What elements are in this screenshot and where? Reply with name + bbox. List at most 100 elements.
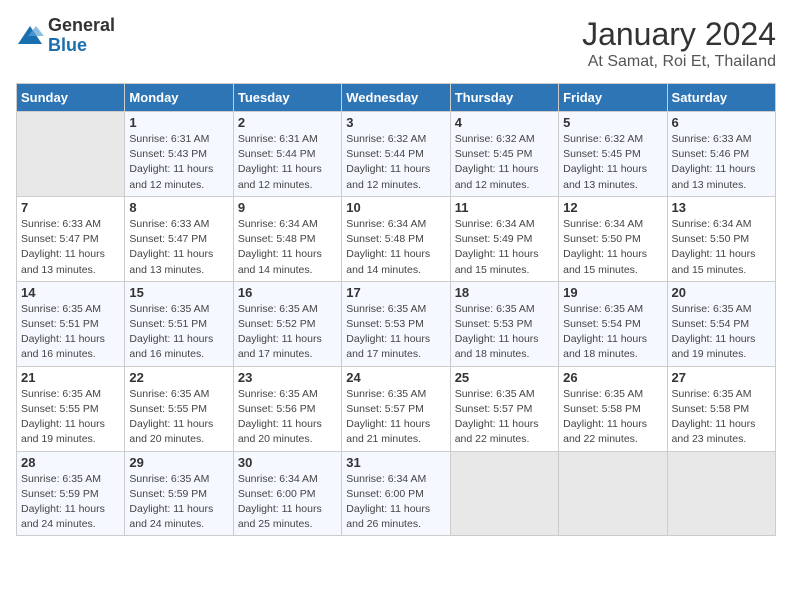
day-detail: Sunrise: 6:35 AMSunset: 5:52 PMDaylight:… [238, 302, 337, 363]
calendar-cell: 6 Sunrise: 6:33 AMSunset: 5:46 PMDaylight… [667, 112, 775, 197]
calendar-week-row: 21 Sunrise: 6:35 AMSunset: 5:55 PMDayligh… [17, 366, 776, 451]
calendar-cell: 31 Sunrise: 6:34 AMSunset: 6:00 PMDayligh… [342, 451, 450, 536]
calendar-cell: 10 Sunrise: 6:34 AMSunset: 5:48 PMDayligh… [342, 196, 450, 281]
weekday-header-tuesday: Tuesday [233, 84, 341, 112]
day-detail: Sunrise: 6:34 AMSunset: 5:50 PMDaylight:… [563, 217, 662, 278]
calendar-cell: 24 Sunrise: 6:35 AMSunset: 5:57 PMDayligh… [342, 366, 450, 451]
page-header: General Blue January 2024 At Samat, Roi … [16, 16, 776, 71]
day-detail: Sunrise: 6:34 AMSunset: 5:48 PMDaylight:… [238, 217, 337, 278]
day-detail: Sunrise: 6:33 AMSunset: 5:46 PMDaylight:… [672, 132, 771, 193]
calendar-cell: 5Sunrise: 6:32 AMSunset: 5:45 PMDaylight… [559, 112, 667, 197]
day-number: 11 [455, 200, 554, 215]
day-detail: Sunrise: 6:34 AMSunset: 6:00 PMDaylight:… [346, 472, 445, 533]
calendar-cell: 19 Sunrise: 6:35 AMSunset: 5:54 PMDayligh… [559, 281, 667, 366]
day-number: 26 [563, 370, 662, 385]
calendar-cell: 17 Sunrise: 6:35 AMSunset: 5:53 PMDayligh… [342, 281, 450, 366]
calendar-cell [559, 451, 667, 536]
calendar-cell: 23 Sunrise: 6:35 AMSunset: 5:56 PMDayligh… [233, 366, 341, 451]
day-number: 31 [346, 455, 445, 470]
day-detail: Sunrise: 6:35 AMSunset: 5:54 PMDaylight:… [563, 302, 662, 363]
day-detail: Sunrise: 6:35 AMSunset: 5:53 PMDaylight:… [455, 302, 554, 363]
day-number: 6 [672, 115, 771, 130]
day-detail: Sunrise: 6:35 AMSunset: 5:56 PMDaylight:… [238, 387, 337, 448]
day-detail: Sunrise: 6:34 AMSunset: 5:48 PMDaylight:… [346, 217, 445, 278]
day-number: 24 [346, 370, 445, 385]
calendar-cell [667, 451, 775, 536]
day-number: 21 [21, 370, 120, 385]
day-number: 7 [21, 200, 120, 215]
calendar-cell: 7 Sunrise: 6:33 AMSunset: 5:47 PMDaylight… [17, 196, 125, 281]
calendar-cell: 29 Sunrise: 6:35 AMSunset: 5:59 PMDayligh… [125, 451, 233, 536]
calendar-cell: 13 Sunrise: 6:34 AMSunset: 5:50 PMDayligh… [667, 196, 775, 281]
weekday-header-monday: Monday [125, 84, 233, 112]
calendar-cell: 8 Sunrise: 6:33 AMSunset: 5:47 PMDaylight… [125, 196, 233, 281]
day-detail: Sunrise: 6:34 AMSunset: 5:49 PMDaylight:… [455, 217, 554, 278]
calendar-cell: 20Sunrise: 6:35 AMSunset: 5:54 PMDayligh… [667, 281, 775, 366]
calendar-cell: 25Sunrise: 6:35 AMSunset: 5:57 PMDayligh… [450, 366, 558, 451]
day-number: 10 [346, 200, 445, 215]
day-detail: Sunrise: 6:35 AMSunset: 5:55 PMDaylight:… [129, 387, 228, 448]
day-detail: Sunrise: 6:35 AMSunset: 5:53 PMDaylight:… [346, 302, 445, 363]
calendar-cell: 22 Sunrise: 6:35 AMSunset: 5:55 PMDayligh… [125, 366, 233, 451]
calendar-cell: 30 Sunrise: 6:34 AMSunset: 6:00 PMDayligh… [233, 451, 341, 536]
calendar-week-row: 14Sunrise: 6:35 AMSunset: 5:51 PMDayligh… [17, 281, 776, 366]
day-number: 13 [672, 200, 771, 215]
calendar-cell: 18Sunrise: 6:35 AMSunset: 5:53 PMDayligh… [450, 281, 558, 366]
day-number: 22 [129, 370, 228, 385]
day-number: 28 [21, 455, 120, 470]
logo-blue-text: Blue [48, 35, 87, 55]
calendar-cell [17, 112, 125, 197]
calendar-cell: 21 Sunrise: 6:35 AMSunset: 5:55 PMDayligh… [17, 366, 125, 451]
calendar-cell: 27Sunrise: 6:35 AMSunset: 5:58 PMDayligh… [667, 366, 775, 451]
day-detail: Sunrise: 6:33 AMSunset: 5:47 PMDaylight:… [129, 217, 228, 278]
calendar-cell: 11 Sunrise: 6:34 AMSunset: 5:49 PMDayligh… [450, 196, 558, 281]
day-number: 15 [129, 285, 228, 300]
weekday-header-row: SundayMondayTuesdayWednesdayThursdayFrid… [17, 84, 776, 112]
day-number: 5 [563, 115, 662, 130]
calendar-cell: 3Sunrise: 6:32 AMSunset: 5:44 PMDaylight… [342, 112, 450, 197]
day-number: 17 [346, 285, 445, 300]
calendar-cell: 28 Sunrise: 6:35 AMSunset: 5:59 PMDayligh… [17, 451, 125, 536]
day-number: 12 [563, 200, 662, 215]
day-detail: Sunrise: 6:31 AMSunset: 5:44 PMDaylight:… [238, 132, 337, 193]
calendar-cell [450, 451, 558, 536]
day-number: 27 [672, 370, 771, 385]
calendar-week-row: 7 Sunrise: 6:33 AMSunset: 5:47 PMDaylight… [17, 196, 776, 281]
calendar-cell: 4Sunrise: 6:32 AMSunset: 5:45 PMDaylight… [450, 112, 558, 197]
day-detail: Sunrise: 6:35 AMSunset: 5:51 PMDaylight:… [129, 302, 228, 363]
logo-general-text: General [48, 15, 115, 35]
calendar-cell: 12 Sunrise: 6:34 AMSunset: 5:50 PMDayligh… [559, 196, 667, 281]
calendar-cell: 14Sunrise: 6:35 AMSunset: 5:51 PMDayligh… [17, 281, 125, 366]
day-detail: Sunrise: 6:35 AMSunset: 5:55 PMDaylight:… [21, 387, 120, 448]
day-number: 1 [129, 115, 228, 130]
day-detail: Sunrise: 6:35 AMSunset: 5:57 PMDaylight:… [455, 387, 554, 448]
day-number: 29 [129, 455, 228, 470]
day-detail: Sunrise: 6:35 AMSunset: 5:54 PMDaylight:… [672, 302, 771, 363]
logo-icon [16, 22, 44, 50]
day-number: 2 [238, 115, 337, 130]
weekday-header-saturday: Saturday [667, 84, 775, 112]
day-number: 16 [238, 285, 337, 300]
day-detail: Sunrise: 6:32 AMSunset: 5:44 PMDaylight:… [346, 132, 445, 193]
day-number: 30 [238, 455, 337, 470]
weekday-header-friday: Friday [559, 84, 667, 112]
calendar-week-row: 1Sunrise: 6:31 AMSunset: 5:43 PMDaylight… [17, 112, 776, 197]
day-detail: Sunrise: 6:34 AMSunset: 6:00 PMDaylight:… [238, 472, 337, 533]
day-detail: Sunrise: 6:35 AMSunset: 5:59 PMDaylight:… [21, 472, 120, 533]
day-detail: Sunrise: 6:33 AMSunset: 5:47 PMDaylight:… [21, 217, 120, 278]
calendar-cell: 2 Sunrise: 6:31 AMSunset: 5:44 PMDaylight… [233, 112, 341, 197]
calendar-cell: 26 Sunrise: 6:35 AMSunset: 5:58 PMDayligh… [559, 366, 667, 451]
day-detail: Sunrise: 6:35 AMSunset: 5:57 PMDaylight:… [346, 387, 445, 448]
day-number: 23 [238, 370, 337, 385]
title-block: January 2024 At Samat, Roi Et, Thailand [582, 16, 776, 71]
day-detail: Sunrise: 6:35 AMSunset: 5:59 PMDaylight:… [129, 472, 228, 533]
logo: General Blue [16, 16, 115, 56]
weekday-header-sunday: Sunday [17, 84, 125, 112]
calendar-table: SundayMondayTuesdayWednesdayThursdayFrid… [16, 83, 776, 536]
day-number: 19 [563, 285, 662, 300]
day-detail: Sunrise: 6:35 AMSunset: 5:58 PMDaylight:… [563, 387, 662, 448]
day-number: 8 [129, 200, 228, 215]
day-detail: Sunrise: 6:32 AMSunset: 5:45 PMDaylight:… [455, 132, 554, 193]
day-detail: Sunrise: 6:35 AMSunset: 5:51 PMDaylight:… [21, 302, 120, 363]
day-detail: Sunrise: 6:34 AMSunset: 5:50 PMDaylight:… [672, 217, 771, 278]
